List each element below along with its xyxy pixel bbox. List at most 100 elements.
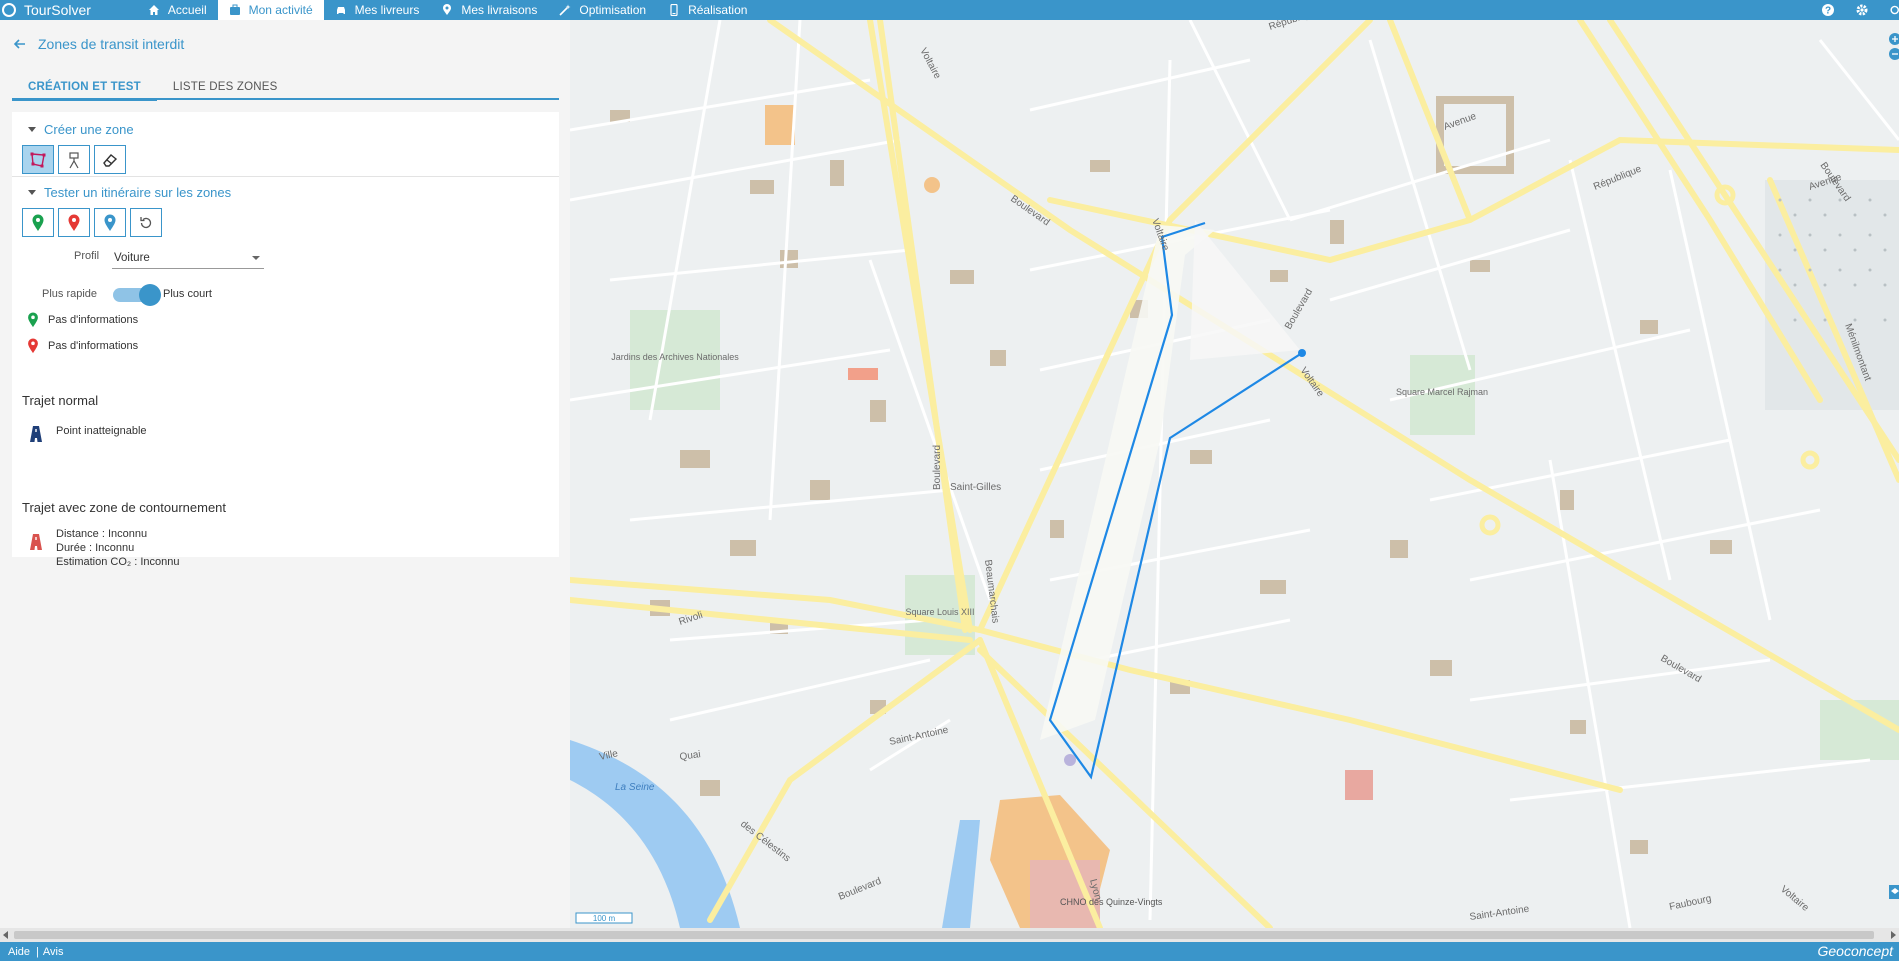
fast-short-toggle[interactable] bbox=[113, 284, 161, 306]
avoid-route-result: Distance : Inconnu Durée : Inconnu Estim… bbox=[26, 527, 180, 569]
roundabout bbox=[1479, 514, 1501, 536]
hospital-label: CHNO des Quinze-Vingts bbox=[1060, 897, 1163, 907]
end-point-info: Pas d'informations bbox=[26, 338, 138, 354]
red-pin-icon bbox=[68, 214, 80, 231]
nav-item-mon-activite[interactable]: Mon activité bbox=[217, 0, 324, 20]
nav-item-realisation[interactable]: Réalisation bbox=[657, 0, 758, 20]
logo-icon bbox=[2, 3, 16, 17]
building-block bbox=[1436, 96, 1514, 174]
road-icon bbox=[30, 426, 42, 442]
street-label-saint-antoine: Saint-Antoine bbox=[888, 725, 949, 748]
test-route-title: Tester un itinéraire sur les zones bbox=[44, 185, 232, 200]
section-divider bbox=[12, 176, 559, 177]
nav-item-label: Accueil bbox=[167, 3, 207, 17]
tab-creation-et-test[interactable]: CRÉATION ET TEST bbox=[12, 76, 157, 101]
place-marker bbox=[1064, 754, 1076, 766]
top-navigation-bar: TourSolver Accueil Mon activité Mes livr… bbox=[0, 0, 1899, 20]
scale-label: 100 m bbox=[593, 914, 616, 923]
street-label-saint-antoine-2: Saint-Antoine bbox=[1469, 904, 1530, 923]
map-view[interactable]: Voltaire Voltaire Voltaire Voltaire Boul… bbox=[570, 20, 1899, 928]
toggle-right-label: Plus court bbox=[163, 288, 212, 300]
nav-item-label: Mes livreurs bbox=[354, 3, 420, 17]
avoid-route-details: Distance : Inconnu Durée : Inconnu Estim… bbox=[56, 527, 180, 569]
back-arrow-icon[interactable] bbox=[12, 36, 28, 52]
create-zone-tools bbox=[22, 145, 126, 174]
profile-label: Profil bbox=[74, 250, 100, 262]
reset-route-button[interactable] bbox=[130, 208, 162, 237]
set-end-point-button[interactable] bbox=[58, 208, 90, 237]
nav-item-label: Optimisation bbox=[579, 3, 647, 17]
green-pin-icon bbox=[32, 214, 44, 231]
river-seine bbox=[570, 740, 740, 928]
eraser-icon bbox=[103, 153, 118, 167]
park-label-square-louis: Square Louis XIII bbox=[905, 607, 974, 617]
major-boulevards bbox=[570, 20, 1899, 928]
blue-pin-icon bbox=[104, 214, 116, 231]
tab-bar: CRÉATION ET TEST LISTE DES ZONES bbox=[12, 76, 559, 101]
footer-separator: | bbox=[36, 945, 39, 958]
zoom-in-out-icon[interactable] bbox=[1887, 32, 1899, 62]
draw-polygon-button[interactable] bbox=[22, 145, 54, 174]
layers-icon[interactable] bbox=[1887, 885, 1899, 899]
road-zone-icon bbox=[69, 151, 79, 168]
test-route-tools bbox=[22, 208, 162, 237]
tab-liste-des-zones[interactable]: LISTE DES ZONES bbox=[157, 76, 294, 98]
eraser-button[interactable] bbox=[94, 145, 126, 174]
horizontal-scrollbar[interactable] bbox=[0, 928, 1899, 942]
left-panel: Zones de transit interdit CRÉATION ET TE… bbox=[0, 20, 570, 928]
help-link[interactable]: Aide bbox=[0, 946, 32, 958]
normal-route-title: Trajet normal bbox=[22, 393, 99, 408]
create-zone-title: Créer une zone bbox=[44, 122, 134, 137]
location-pin-icon bbox=[443, 4, 452, 15]
scroll-right-icon[interactable] bbox=[1889, 931, 1897, 939]
layer-switcher bbox=[1887, 885, 1899, 904]
street-label-boulevard-6: Boulevard bbox=[837, 876, 883, 903]
green-pin-icon bbox=[28, 312, 38, 328]
map-canvas[interactable]: Voltaire Voltaire Voltaire Voltaire Boul… bbox=[570, 20, 1899, 928]
gear-icon[interactable] bbox=[1855, 3, 1869, 17]
nav-item-label: Mes livraisons bbox=[461, 3, 538, 17]
help-icon[interactable]: ? bbox=[1821, 3, 1835, 17]
street-label-avenue: Avenue bbox=[1442, 111, 1478, 133]
nav-item-accueil[interactable]: Accueil bbox=[137, 0, 218, 20]
notice-link[interactable]: Avis bbox=[43, 946, 66, 958]
profile-select[interactable]: Voiture bbox=[112, 248, 264, 269]
street-label-faubourg: Faubourg bbox=[1668, 893, 1712, 913]
magic-wand-icon bbox=[559, 4, 571, 16]
footer-brand: Geoconcept bbox=[1817, 943, 1894, 959]
draw-road-zone-button[interactable] bbox=[58, 145, 90, 174]
landmark-building bbox=[924, 177, 940, 193]
street-label-quai: Quai bbox=[679, 749, 701, 763]
create-zone-section-toggle[interactable]: Créer une zone bbox=[28, 122, 134, 137]
app-logo[interactable]: TourSolver bbox=[0, 0, 137, 20]
briefcase-icon bbox=[229, 4, 240, 15]
road-icon bbox=[30, 534, 42, 550]
avoid-co2: Estimation CO₂ : Inconnu bbox=[56, 556, 180, 568]
street-label-voltaire-3: Voltaire bbox=[1298, 365, 1326, 399]
nav-item-mes-livreurs[interactable]: Mes livreurs bbox=[324, 0, 431, 20]
nav-item-mes-livraisons[interactable]: Mes livraisons bbox=[430, 0, 548, 20]
street-label-voltaire-4: Voltaire bbox=[1778, 884, 1811, 914]
zone-card: Créer une zone Tester un itinéraire sur … bbox=[12, 112, 559, 568]
phone-icon bbox=[670, 4, 678, 16]
zone-vertex-handle[interactable] bbox=[1298, 349, 1306, 357]
nav-item-optimisation[interactable]: Optimisation bbox=[548, 0, 657, 20]
test-route-section-toggle[interactable]: Tester un itinéraire sur les zones bbox=[28, 185, 231, 200]
page-title: Zones de transit interdit bbox=[38, 36, 185, 52]
svg-text:?: ? bbox=[1825, 6, 1831, 17]
park-label-jardins: Jardins des Archives Nationales bbox=[611, 352, 739, 362]
user-icon[interactable] bbox=[1889, 3, 1899, 17]
street-label-republique: République bbox=[1268, 20, 1320, 33]
caret-down-icon bbox=[28, 127, 36, 132]
landmark-building bbox=[1345, 770, 1373, 800]
set-waypoint-button[interactable] bbox=[94, 208, 126, 237]
scroll-left-icon[interactable] bbox=[2, 931, 10, 939]
roundabout bbox=[1800, 450, 1820, 470]
nav-item-label: Réalisation bbox=[688, 3, 748, 17]
scrollbar-thumb[interactable] bbox=[14, 931, 1874, 939]
avoid-distance: Distance : Inconnu bbox=[56, 528, 148, 540]
street-label-saint-gilles: Saint-Gilles bbox=[950, 482, 1001, 493]
start-info-text: Pas d'informations bbox=[48, 314, 139, 326]
dropdown-arrow-icon bbox=[252, 256, 260, 260]
set-start-point-button[interactable] bbox=[22, 208, 54, 237]
